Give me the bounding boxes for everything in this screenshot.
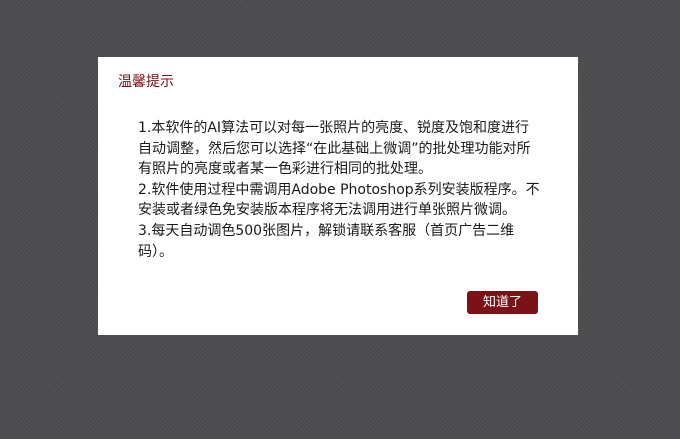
- dialog-message: 1.本软件的AI算法可以对每一张照片的亮度、锐度及饱和度进行自动调整，然后您可以…: [138, 118, 542, 262]
- message-paragraph-3: 3.每天自动调色500张图片，解锁请联系客服（首页广告二维码）。: [138, 222, 515, 260]
- notice-dialog: 温馨提示 1.本软件的AI算法可以对每一张照片的亮度、锐度及饱和度进行自动调整，…: [98, 57, 578, 335]
- ok-button[interactable]: 知道了: [467, 291, 538, 314]
- message-paragraph-2: 2.软件使用过程中需调用Adobe Photoshop系列安装版程序。不安装或者…: [138, 181, 540, 219]
- message-paragraph-1: 1.本软件的AI算法可以对每一张照片的亮度、锐度及饱和度进行自动调整，然后您可以…: [138, 120, 531, 178]
- dialog-title: 温馨提示: [118, 74, 174, 90]
